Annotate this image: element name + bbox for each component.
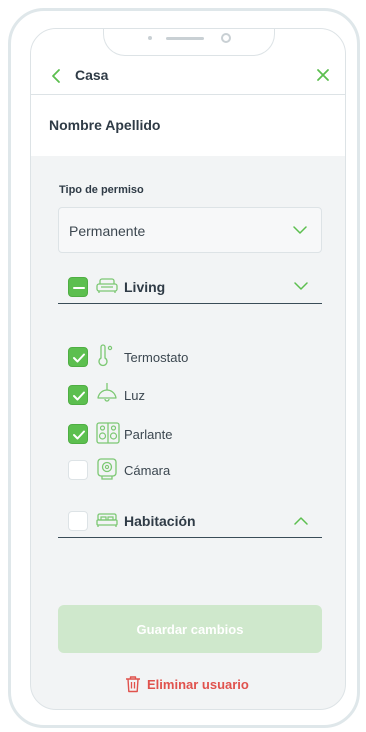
delete-user-label: Eliminar usuario <box>147 677 249 692</box>
thermometer-icon <box>98 344 113 367</box>
device-checkbox-camara[interactable] <box>68 460 88 480</box>
minus-icon <box>73 287 85 289</box>
group-checkbox-living[interactable] <box>68 277 88 297</box>
check-icon <box>73 391 85 401</box>
user-name: Nombre Apellido <box>49 117 161 133</box>
group-label-living: Living <box>124 279 166 295</box>
group-checkbox-habitacion[interactable] <box>68 511 88 531</box>
chevron-up-icon <box>294 517 308 525</box>
notch-camera <box>221 33 231 43</box>
device-checkbox-termostato[interactable] <box>68 347 88 367</box>
chevron-down-icon <box>294 282 308 290</box>
back-button[interactable] <box>49 68 65 84</box>
group-row-habitacion[interactable]: Habitación <box>58 504 322 538</box>
device-item-termostato[interactable]: Termostato <box>68 343 308 371</box>
device-checkbox-luz[interactable] <box>68 385 88 405</box>
device-label-camara: Cámara <box>124 463 171 478</box>
sofa-icon <box>96 278 118 293</box>
lamp-icon <box>97 383 117 402</box>
device-label-parlante: Parlante <box>124 427 173 442</box>
save-changes-button[interactable]: Guardar cambios <box>58 605 322 653</box>
bed-icon <box>96 513 118 527</box>
device-item-camara[interactable]: Cámara <box>68 456 308 484</box>
permission-type-label: Tipo de permiso <box>59 184 144 196</box>
permission-type-select[interactable]: Permanente <box>58 207 322 253</box>
notch-speaker <box>166 37 204 40</box>
check-icon <box>73 430 85 440</box>
group-row-living[interactable]: Living <box>58 270 322 304</box>
app-screen: Casa Nombre Apellido Tipo de permiso Per… <box>30 28 346 710</box>
speaker-icon <box>96 422 120 444</box>
device-label-termostato: Termostato <box>124 350 189 365</box>
close-icon <box>317 69 329 81</box>
check-icon <box>73 353 85 363</box>
trash-icon <box>126 676 140 693</box>
permission-type-value: Permanente <box>69 223 146 239</box>
camera-icon <box>97 458 117 480</box>
top-bar: Casa <box>31 59 345 95</box>
chevron-down-icon <box>293 226 307 234</box>
chevron-left-icon <box>52 69 60 83</box>
device-notch <box>103 29 275 56</box>
device-item-luz[interactable]: Luz <box>68 381 308 409</box>
notch-sensor <box>148 36 152 40</box>
device-label-luz: Luz <box>124 388 145 403</box>
device-item-parlante[interactable]: Parlante <box>68 420 308 448</box>
close-button[interactable] <box>315 67 331 83</box>
device-checkbox-parlante[interactable] <box>68 424 88 444</box>
group-label-habitacion: Habitación <box>124 513 196 529</box>
delete-user-button[interactable]: Eliminar usuario <box>125 674 265 696</box>
page-title: Casa <box>75 67 109 83</box>
